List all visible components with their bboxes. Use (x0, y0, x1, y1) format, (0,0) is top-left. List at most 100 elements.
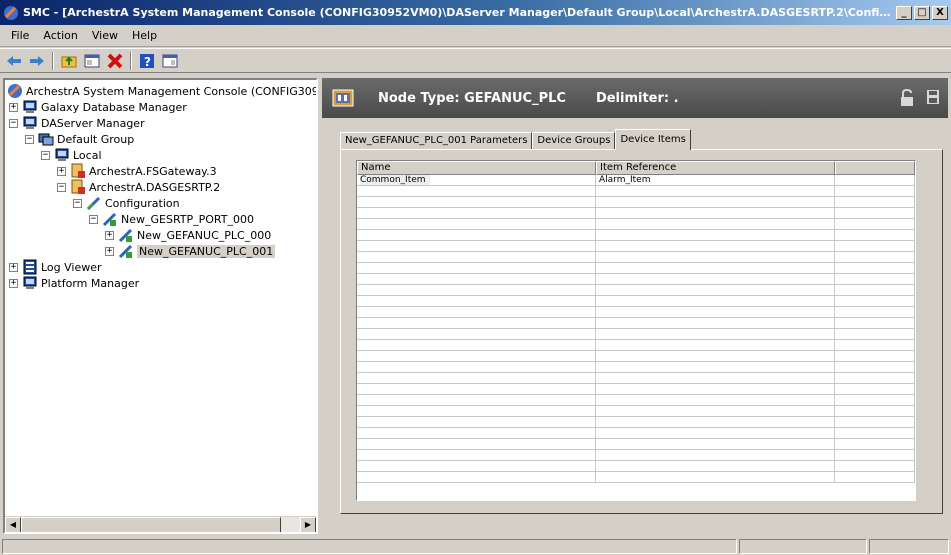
empty-cell (835, 318, 915, 329)
tree-item-plc-001[interactable]: + New_GEFANUC_PLC_001 (105, 243, 276, 259)
tab-device-groups[interactable]: Device Groups (532, 132, 616, 150)
empty-table-row (357, 263, 915, 274)
up-level-button[interactable] (59, 51, 79, 71)
back-button[interactable] (4, 51, 24, 71)
empty-cell (357, 417, 596, 428)
daserver-icon (71, 179, 85, 194)
empty-cell (835, 219, 915, 230)
empty-cell (357, 395, 596, 406)
empty-cell (835, 296, 915, 307)
collapse-icon[interactable]: − (57, 182, 66, 192)
empty-table-row (357, 241, 915, 252)
tab-parameters[interactable]: New_GEFANUC_PLC_001 Parameters (340, 132, 533, 150)
empty-cell (835, 307, 915, 318)
svg-text:?: ? (144, 55, 151, 69)
empty-cell (596, 439, 835, 450)
tree-item-log-viewer[interactable]: + Log Viewer (9, 259, 102, 275)
empty-cell (835, 373, 915, 384)
tree-item-root[interactable]: ArchestrA System Management Console (CON… (7, 83, 316, 99)
smc-root-icon (8, 84, 22, 98)
console-tree[interactable]: ArchestrA System Management Console (CON… (3, 78, 318, 534)
empty-cell (835, 285, 915, 296)
expand-icon[interactable]: + (9, 262, 18, 272)
empty-cell (357, 384, 596, 395)
tree-item-daserver-manager[interactable]: − DAServer Manager (9, 115, 145, 131)
horizontal-scrollbar[interactable]: ◀ ▶ (5, 516, 316, 532)
empty-table-row (357, 285, 915, 296)
empty-table-row (357, 197, 915, 208)
back-arrow-icon (7, 55, 21, 66)
collapse-icon[interactable]: − (73, 198, 82, 208)
delimiter-label: Delimiter: . (595, 90, 679, 106)
empty-table-row (357, 296, 915, 307)
expand-icon[interactable]: + (105, 230, 114, 240)
column-header-extra[interactable] (835, 161, 915, 175)
tree-item-local[interactable]: − Local (41, 147, 102, 163)
help-button[interactable]: ? (137, 51, 157, 71)
tree-item-label: Platform Manager (41, 276, 140, 290)
tree-item-gesrtp-port[interactable]: − New_GESRTP_PORT_000 (89, 211, 254, 227)
smc-app-icon (4, 5, 18, 20)
tree-item-label: ArchestrA.DASGESRTP.2 (89, 180, 221, 194)
forward-button[interactable] (27, 51, 47, 71)
empty-cell (596, 307, 835, 318)
tree-item-label: Galaxy Database Manager (41, 100, 187, 114)
empty-cell (835, 241, 915, 252)
expand-icon[interactable]: + (9, 102, 18, 112)
cell-item-reference[interactable]: Alarm_Item (596, 175, 835, 186)
tree-item-platform-manager[interactable]: + Platform Manager (9, 275, 139, 291)
expand-icon[interactable]: + (105, 246, 114, 256)
title-bar: SMC - [ArchestrA System Management Conso… (0, 0, 951, 25)
console-button[interactable] (160, 51, 180, 71)
empty-cell (835, 417, 915, 428)
details-pane: Node Type: GEFANUC_PLC Delimiter: . New_… (322, 78, 948, 534)
column-header-name[interactable]: Name (357, 161, 596, 175)
tree-item-configuration[interactable]: − Configuration (73, 195, 180, 211)
scrollbar-thumb[interactable] (21, 517, 281, 532)
collapse-icon[interactable]: − (89, 214, 98, 224)
empty-cell (596, 428, 835, 439)
empty-cell (357, 307, 596, 318)
empty-cell (357, 351, 596, 362)
tree-item-galaxy-database-manager[interactable]: + Galaxy Database Manager (9, 99, 187, 115)
properties-button[interactable] (82, 51, 102, 71)
empty-cell (596, 329, 835, 340)
tree-item-default-group[interactable]: − Default Group (25, 131, 134, 147)
empty-cell (357, 373, 596, 384)
delete-button[interactable] (105, 51, 125, 71)
menu-action[interactable]: Action (36, 27, 84, 44)
status-panel-2 (739, 539, 867, 554)
minimize-button[interactable]: _ (896, 5, 912, 20)
tree-item-plc-000[interactable]: + New_GEFANUC_PLC_000 (105, 227, 271, 243)
empty-cell (835, 208, 915, 219)
menu-help[interactable]: Help (125, 27, 164, 44)
empty-cell (596, 252, 835, 263)
empty-table-row (357, 307, 915, 318)
empty-cell (357, 329, 596, 340)
collapse-icon[interactable]: − (9, 118, 18, 128)
empty-cell (835, 428, 915, 439)
close-button[interactable]: X (932, 5, 948, 20)
menu-view[interactable]: View (85, 27, 125, 44)
collapse-icon[interactable]: − (41, 150, 50, 160)
scroll-right-icon[interactable]: ▶ (300, 517, 316, 532)
expand-icon[interactable]: + (9, 278, 18, 288)
cell-name[interactable]: Common_Item (357, 175, 596, 186)
expand-icon[interactable]: + (57, 166, 66, 176)
empty-table-row (357, 406, 915, 417)
tree-item-dasgesrtp[interactable]: − ArchestrA.DASGESRTP.2 (57, 179, 220, 195)
maximize-button[interactable]: □ (914, 5, 930, 20)
menu-file[interactable]: File (4, 27, 36, 44)
collapse-icon[interactable]: − (25, 134, 34, 144)
device-items-grid[interactable]: Name Item Reference Common_Item Alarm_It… (356, 160, 916, 501)
unlock-icon[interactable] (900, 89, 914, 107)
column-header-item-reference[interactable]: Item Reference (596, 161, 835, 175)
tree-item-fsgateway[interactable]: + ArchestrA.FSGateway.3 (57, 163, 217, 179)
table-row[interactable]: Common_Item Alarm_Item (357, 175, 915, 186)
cell-extra[interactable] (835, 175, 915, 186)
save-icon[interactable] (926, 89, 940, 105)
group-icon (38, 133, 54, 146)
forward-arrow-icon (30, 55, 44, 66)
scroll-left-icon[interactable]: ◀ (5, 517, 21, 532)
tab-device-items[interactable]: Device Items (615, 129, 691, 150)
